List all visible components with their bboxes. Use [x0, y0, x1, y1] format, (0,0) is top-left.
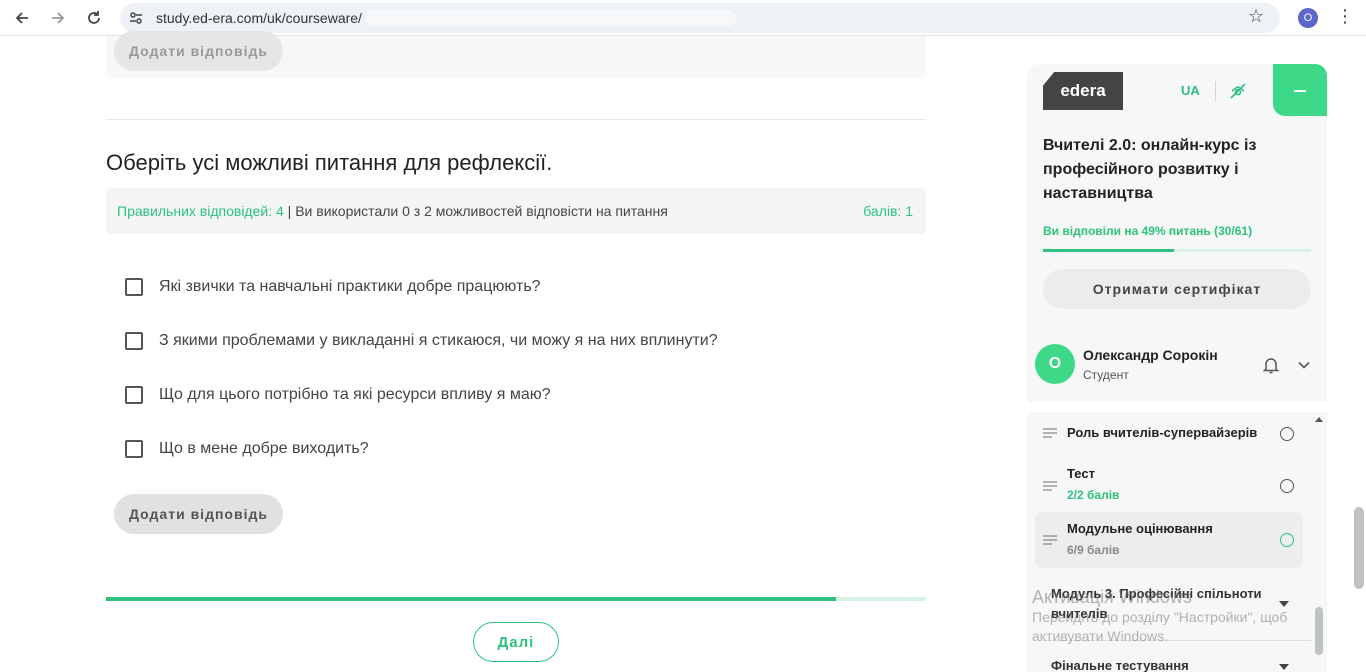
- forward-arrow-icon[interactable]: [46, 6, 70, 30]
- caret-down-icon[interactable]: [1279, 664, 1289, 670]
- user-card: О Олександр Сорокін Студент: [1027, 326, 1327, 402]
- next-button[interactable]: Далі: [473, 622, 559, 662]
- answered-progress-text: Ви відповіли на 49% питань (30/61): [1043, 224, 1253, 238]
- watermark-line: Перейдіть до розділу "Настройки", щоб: [1032, 609, 1288, 625]
- option-4[interactable]: Що в мене добре виходить?: [125, 439, 369, 459]
- chevron-down-icon[interactable]: [1297, 358, 1311, 372]
- status-circle-icon: [1280, 533, 1294, 547]
- previous-add-answer-button[interactable]: Додати відповідь: [114, 31, 283, 71]
- browser-menu-icon[interactable]: ⋮: [1336, 6, 1354, 27]
- question-info-bar: Правильних відповідей: 4 | Ви використал…: [106, 188, 926, 234]
- option-2[interactable]: З якими проблемами у викладанні я стикаю…: [125, 331, 718, 351]
- watermark-title: Активація Windows: [1032, 587, 1192, 607]
- option-label[interactable]: Що для цього потрібно та які ресурси впл…: [159, 386, 551, 404]
- user-name: Олександр Сорокін: [1083, 347, 1218, 363]
- option-1[interactable]: Які звички та навчальні практики добре п…: [125, 277, 541, 297]
- lesson-item-active[interactable]: Модульне оцінювання 6/9 балів: [1035, 512, 1303, 568]
- module-title[interactable]: Фінальне тестування: [1051, 656, 1291, 672]
- lesson-score: 2/2 балів: [1067, 488, 1120, 502]
- reload-icon[interactable]: [82, 6, 106, 30]
- lesson-title: Модульне оцінювання: [1067, 521, 1213, 536]
- lines-icon: [1043, 428, 1057, 438]
- lesson-progress-bar: [106, 597, 926, 601]
- collapse-sidebar-button[interactable]: [1273, 64, 1327, 116]
- get-certificate-button[interactable]: Отримати сертифікат: [1043, 269, 1311, 309]
- profile-avatar[interactable]: O: [1298, 8, 1318, 28]
- minus-icon: [1294, 90, 1306, 92]
- points-label: балів: 1: [863, 203, 913, 219]
- lesson-item[interactable]: Тест 2/2 балів: [1035, 460, 1303, 510]
- windows-activation-watermark: Активація Windows Перейдіть до розділу "…: [1032, 587, 1287, 646]
- lesson-item[interactable]: Роль вчителів-супервайзерів: [1035, 412, 1303, 452]
- question-title: Оберіть усі можливі питання для рефлексі…: [106, 150, 553, 175]
- redacted-url-part: [366, 10, 736, 26]
- url-text: study.ed-era.com/uk/courseware/: [156, 10, 362, 26]
- edera-logo[interactable]: edera: [1043, 72, 1123, 110]
- language-switch[interactable]: UA: [1181, 83, 1200, 98]
- option-3[interactable]: Що для цього потрібно та які ресурси впл…: [125, 385, 551, 405]
- add-answer-button[interactable]: Додати відповідь: [114, 494, 283, 534]
- divider: [106, 119, 926, 120]
- option-checkbox[interactable]: [125, 386, 143, 404]
- status-circle-icon: [1280, 427, 1294, 441]
- outline-scrollbar-thumb[interactable]: [1315, 607, 1323, 655]
- bookmark-star-icon[interactable]: ☆: [1248, 6, 1264, 27]
- option-label[interactable]: Що в мене добре виходить?: [159, 440, 369, 458]
- outline-scroll-up-icon[interactable]: [1315, 417, 1323, 422]
- course-sidebar: edera UA Вчителі 2.0: онлайн-курс із про…: [1027, 64, 1327, 672]
- back-arrow-icon[interactable]: [10, 6, 34, 30]
- option-label[interactable]: Які звички та навчальні практики добре п…: [159, 278, 541, 296]
- lesson-title: Роль вчителів-супервайзерів: [1067, 425, 1258, 440]
- lines-icon: [1043, 535, 1057, 545]
- option-checkbox[interactable]: [125, 278, 143, 296]
- lesson-title: Тест: [1067, 466, 1095, 481]
- course-card: edera UA Вчителі 2.0: онлайн-курс із про…: [1027, 64, 1327, 326]
- bell-icon[interactable]: [1261, 355, 1281, 375]
- lines-icon: [1043, 481, 1057, 491]
- divider: [1215, 81, 1216, 101]
- site-settings-icon[interactable]: [128, 10, 144, 26]
- correct-answers-count: Правильних відповідей: 4: [117, 203, 284, 219]
- option-checkbox[interactable]: [125, 440, 143, 458]
- accessibility-icon[interactable]: [1228, 81, 1248, 101]
- page-scrollbar-thumb[interactable]: [1354, 507, 1364, 589]
- option-label[interactable]: З якими проблемами у викладанні я стикаю…: [159, 332, 718, 350]
- course-progress-bar: [1043, 249, 1311, 252]
- watermark-line: активувати Windows.: [1032, 628, 1168, 644]
- lesson-progress-fill: [106, 597, 836, 601]
- avatar[interactable]: О: [1035, 344, 1075, 384]
- option-checkbox[interactable]: [125, 332, 143, 350]
- lesson-score: 6/9 балів: [1067, 543, 1120, 557]
- attempts-text: Ви використали 0 з 2 можливостей відпові…: [295, 203, 668, 219]
- user-role: Студент: [1083, 368, 1129, 382]
- address-bar[interactable]: study.ed-era.com/uk/courseware/: [120, 3, 1280, 33]
- course-progress-fill: [1043, 249, 1175, 252]
- status-circle-icon: [1280, 479, 1294, 493]
- course-title: Вчителі 2.0: онлайн-курс із професійного…: [1043, 137, 1257, 202]
